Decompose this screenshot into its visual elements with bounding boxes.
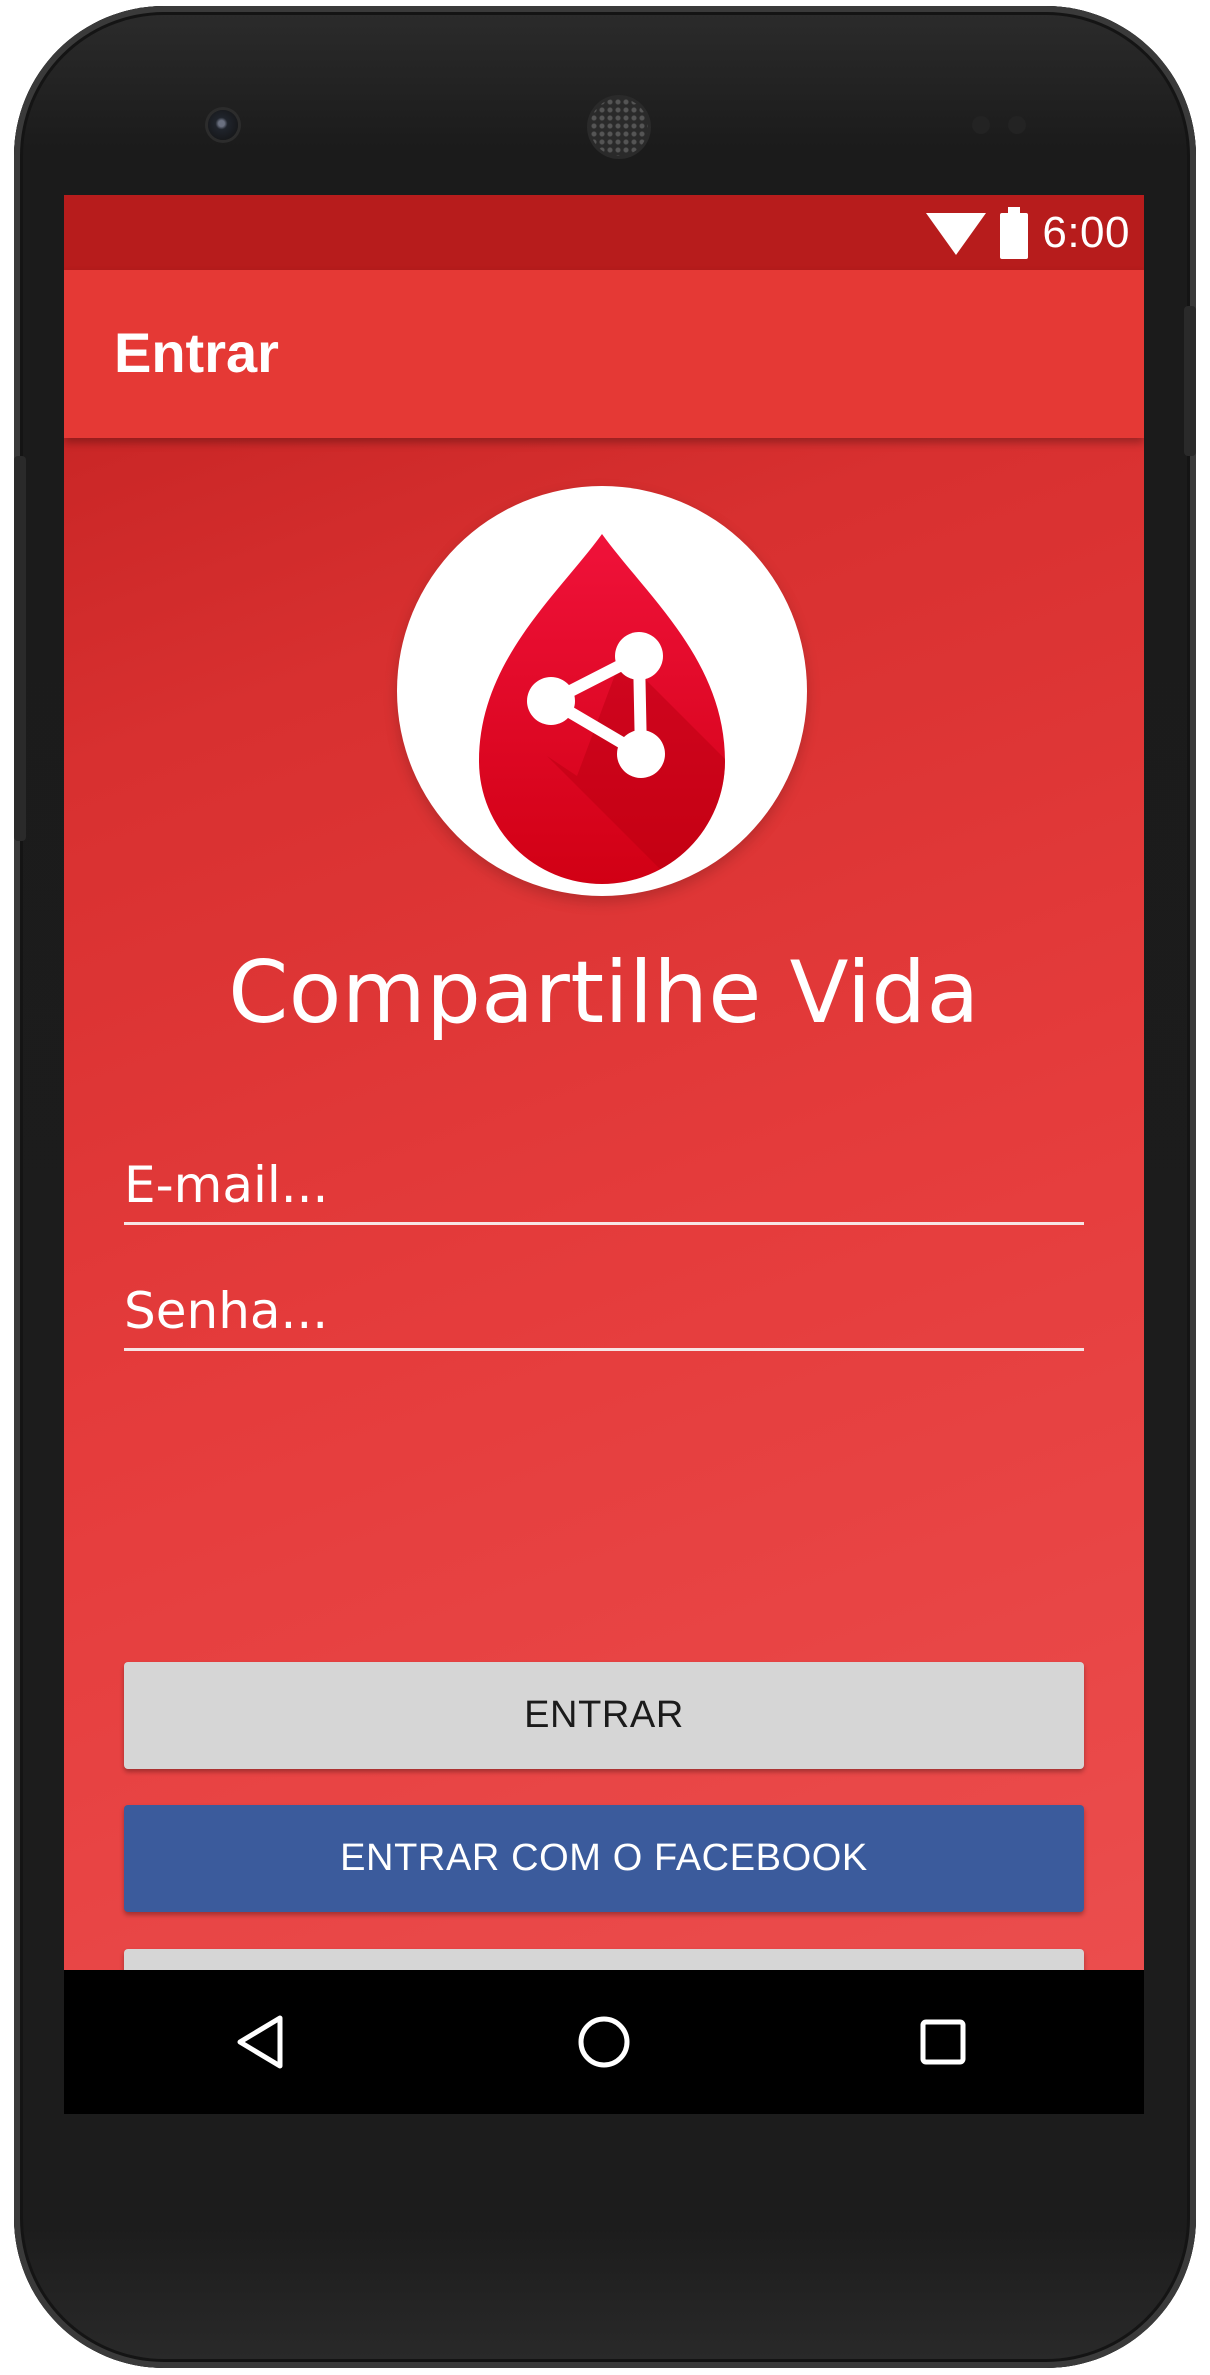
power-button: [1184, 306, 1196, 456]
screen: 6:00 Entrar Compartilhe Vida E-mail... S…: [64, 195, 1144, 2114]
home-button[interactable]: [559, 1997, 649, 2087]
login-form: Compartilhe Vida ENTRAR ENTRAR COM O FAC…: [64, 438, 1144, 2056]
home-icon: [578, 2016, 630, 2068]
password-input[interactable]: [124, 1282, 1084, 1340]
email-input[interactable]: [124, 1156, 1084, 1214]
facebook-login-button[interactable]: ENTRAR COM O FACEBOOK: [124, 1805, 1084, 1912]
navigation-bar: [64, 1970, 1144, 2114]
proximity-sensor: [972, 116, 990, 134]
app-name: Compartilhe Vida: [228, 943, 980, 1043]
status-bar: 6:00: [64, 195, 1144, 270]
back-icon: [237, 2015, 283, 2069]
email-field[interactable]: [124, 1138, 1084, 1225]
battery-icon: [1000, 206, 1029, 259]
password-field[interactable]: [124, 1264, 1084, 1351]
blood-drop-share-icon: [479, 534, 725, 884]
status-icons: 6:00: [926, 195, 1130, 270]
status-time: 6:00: [1042, 207, 1130, 257]
back-button[interactable]: [217, 1997, 307, 2087]
light-sensor: [1008, 116, 1026, 134]
recents-button[interactable]: [898, 1997, 988, 2087]
recents-icon: [920, 2019, 966, 2065]
page-title: Entrar: [114, 321, 279, 384]
front-camera: [208, 110, 238, 140]
login-button[interactable]: ENTRAR: [124, 1662, 1084, 1769]
volume-rocker: [14, 456, 26, 841]
app-bar: Entrar: [64, 270, 1144, 438]
wifi-icon: [926, 212, 987, 255]
earpiece-speaker: [590, 98, 648, 156]
app-logo: [397, 486, 807, 896]
